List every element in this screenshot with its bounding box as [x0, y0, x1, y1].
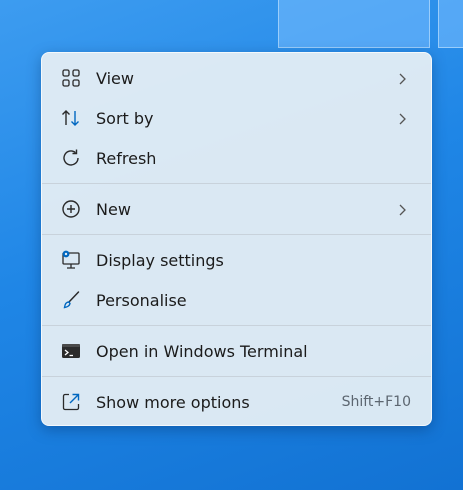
brush-icon [60, 289, 82, 311]
menu-item-show-more-options[interactable]: Show more options Shift+F10 [48, 384, 425, 420]
menu-item-label: Refresh [96, 148, 157, 168]
menu-item-refresh[interactable]: Refresh [48, 140, 425, 176]
menu-separator [42, 325, 431, 326]
menu-item-label: View [96, 68, 134, 88]
wallpaper-pane [438, 0, 463, 48]
menu-item-label: Show more options [96, 392, 250, 412]
menu-item-view[interactable]: View [48, 60, 425, 96]
menu-item-open-terminal[interactable]: Open in Windows Terminal [48, 333, 425, 369]
menu-item-label: Display settings [96, 250, 224, 270]
terminal-icon [60, 340, 82, 362]
shortcut-hint: Shift+F10 [341, 394, 411, 410]
open-external-icon [60, 391, 82, 413]
chevron-right-icon [397, 202, 407, 216]
menu-item-label: Personalise [96, 290, 187, 310]
menu-separator [42, 376, 431, 377]
wallpaper-pane [278, 0, 430, 48]
menu-separator [42, 183, 431, 184]
menu-item-label: Open in Windows Terminal [96, 341, 308, 361]
chevron-right-icon [397, 71, 407, 85]
desktop-context-menu: View Sort by Refresh New Display setting… [41, 52, 432, 426]
monitor-settings-icon [60, 249, 82, 271]
sort-arrows-icon [60, 107, 82, 129]
menu-item-label: New [96, 199, 131, 219]
refresh-icon [60, 147, 82, 169]
chevron-right-icon [397, 111, 407, 125]
menu-separator [42, 234, 431, 235]
menu-item-label: Sort by [96, 108, 154, 128]
menu-item-new[interactable]: New [48, 191, 425, 227]
menu-item-sort-by[interactable]: Sort by [48, 100, 425, 136]
menu-item-personalise[interactable]: Personalise [48, 282, 425, 318]
grid-icon [60, 67, 82, 89]
menu-item-display-settings[interactable]: Display settings [48, 242, 425, 278]
plus-circle-icon [60, 198, 82, 220]
desktop[interactable]: View Sort by Refresh New Display setting… [0, 0, 463, 490]
